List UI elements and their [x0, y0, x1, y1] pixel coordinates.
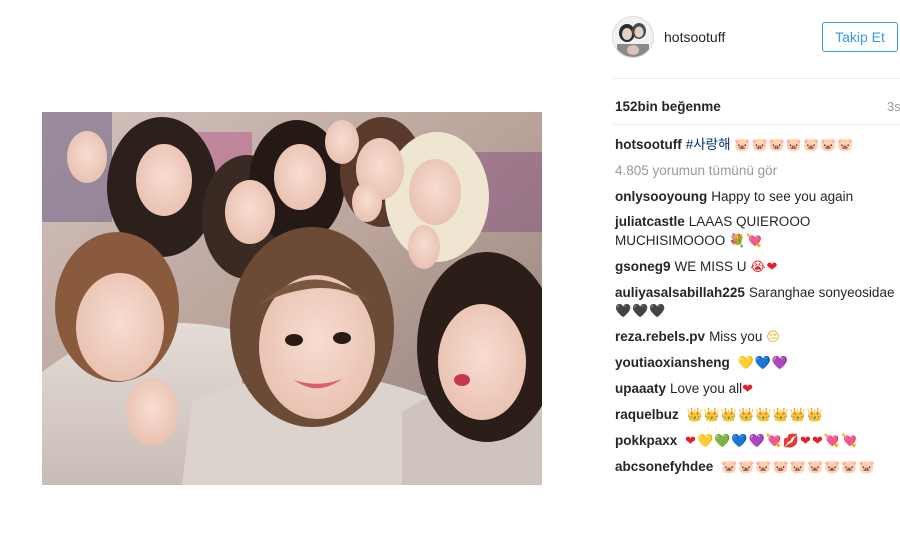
comment-username[interactable]: pokkpaxx [615, 433, 677, 448]
comment-text: Happy to see you again [711, 189, 854, 204]
comment-text: WE MISS U [674, 258, 747, 274]
comment-emoji: 🐷🐷🐷🐷🐷🐷🐷 [734, 138, 855, 153]
comment-item: onlysooyoung Happy to see you again [615, 188, 895, 207]
follow-button[interactable]: Takip Et [822, 22, 898, 52]
comment-emoji: ❤💛💚💙💜💘💋❤❤💘💘 [685, 434, 859, 449]
comment-text: Saranghae sonyeosidae [748, 284, 895, 300]
avatar[interactable] [612, 16, 654, 58]
comment-username[interactable]: onlysooyoung [615, 189, 707, 204]
photo-illustration [42, 112, 542, 485]
comments-list: hotsootuff #사랑해 🐷🐷🐷🐷🐷🐷🐷 4.805 yorumun tüm… [615, 136, 895, 484]
likes-count[interactable]: 152bin beğenme [615, 99, 721, 114]
comment-item: youtiaoxiansheng 💛💙💜 [615, 354, 895, 374]
comment-item: gsoneg9 WE MISS U 😭❤ [615, 258, 895, 278]
comment-item: reza.rebels.pv Miss you 😔 [615, 328, 895, 348]
comment-username[interactable]: auliyasalsabillah225 [615, 285, 745, 300]
comment-username[interactable]: abcsonefyhdee [615, 459, 713, 474]
post-time[interactable]: 3s [887, 99, 900, 114]
caption: hotsootuff #사랑해 🐷🐷🐷🐷🐷🐷🐷 [615, 136, 895, 156]
comment-emoji: ❤ [742, 382, 754, 397]
comment-username[interactable]: juliatcastle [615, 214, 685, 229]
comment-emoji: 😔 [766, 330, 781, 345]
comment-username[interactable]: reza.rebels.pv [615, 329, 705, 344]
comment-text: Miss you [709, 329, 763, 344]
comment-item: abcsonefyhdee 🐷🐷🐷🐷🐷🐷🐷🐷🐷 [615, 458, 895, 478]
comment-emoji: 👑👑👑👑👑👑👑👑 [686, 408, 825, 423]
comment-item: upaaaty Love you all❤ [615, 380, 895, 400]
avatar-image [613, 17, 653, 57]
divider [612, 124, 900, 125]
comment-username[interactable]: upaaaty [615, 381, 666, 396]
comment-username[interactable]: hotsootuff [615, 137, 682, 152]
comment-emoji: 🖤🖤🖤 [615, 304, 667, 319]
post-photo[interactable] [42, 112, 542, 485]
comment-item: auliyasalsabillah225 Saranghae sonyeosida… [615, 284, 895, 322]
divider [612, 78, 900, 79]
post-header: hotsootuff Takip Et [600, 0, 900, 78]
comment-emoji: 💐💘 [729, 233, 764, 249]
post-username[interactable]: hotsootuff [664, 29, 725, 45]
comment-username[interactable]: raquelbuz [615, 407, 679, 422]
comment-emoji: 😭❤ [750, 259, 779, 275]
scroll-fade [600, 520, 900, 546]
comment-item: raquelbuz 👑👑👑👑👑👑👑👑 [615, 406, 895, 426]
comment-emoji: 💛💙💜 [737, 356, 790, 371]
comment-item: juliatcastle LAAAS QUIEROOO MUCHISIMOOOO … [615, 213, 895, 251]
comment-item: pokkpaxx ❤💛💚💙💜💘💋❤❤💘💘 [615, 432, 895, 452]
hashtag-link[interactable]: #사랑해 [686, 137, 731, 152]
comment-username[interactable]: gsoneg9 [615, 259, 671, 274]
comment-emoji: 🐷🐷🐷🐷🐷🐷🐷🐷🐷 [721, 460, 876, 475]
comment-text: Love you all [670, 381, 743, 396]
comment-username[interactable]: youtiaoxiansheng [615, 355, 730, 370]
view-all-comments-link[interactable]: 4.805 yorumun tümünü gör [615, 162, 895, 180]
post-sidebar: hotsootuff Takip Et 152bin beğenme 3s ho… [600, 0, 900, 546]
